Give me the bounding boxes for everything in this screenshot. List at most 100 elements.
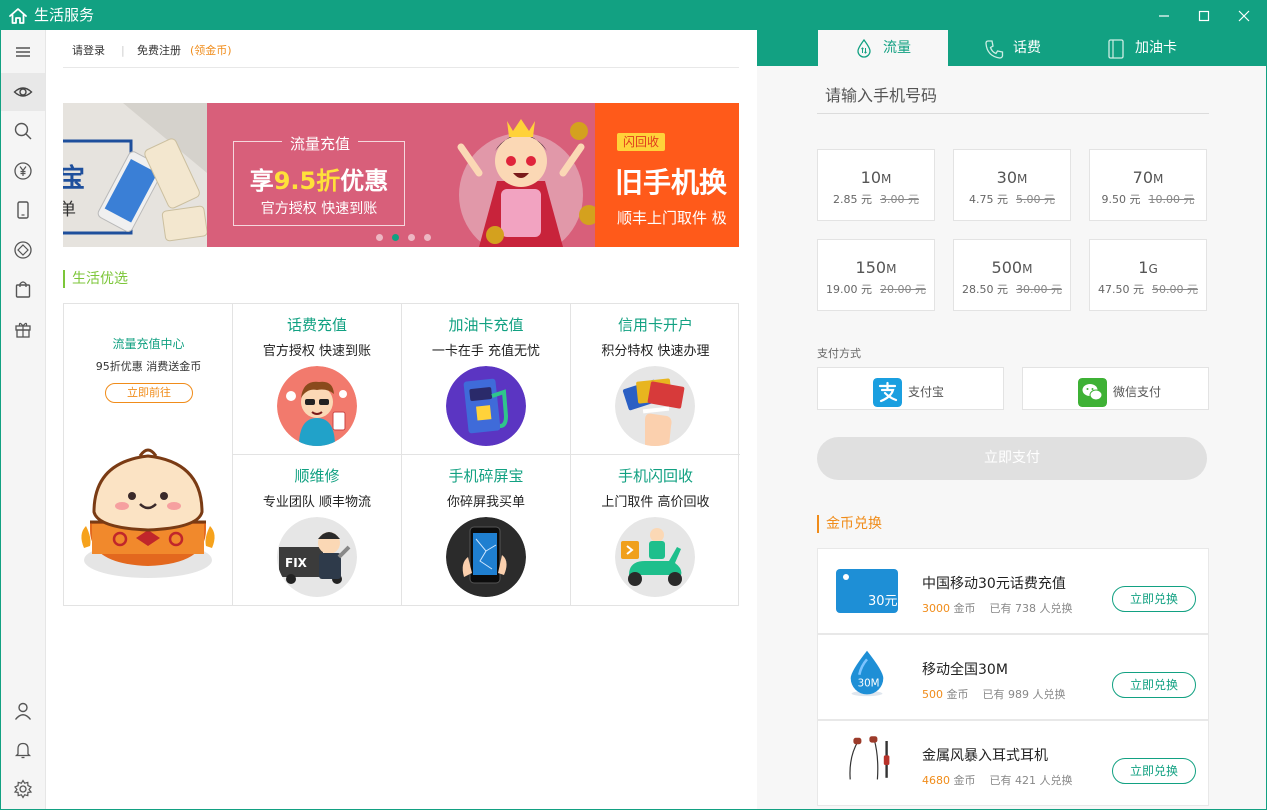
sidebar-item-notifications[interactable]: [1, 731, 45, 769]
promo-banner-carousel[interactable]: 宝 单 流量充值 享9.5折优惠 官方授权 快速到账 闪回收 旧手机换 顺丰上门…: [63, 103, 739, 247]
coin-unit: 金币: [953, 602, 976, 615]
featured-card-data-recharge[interactable]: 流量充值中心 95折优惠 消费送金币 立即前往: [64, 304, 233, 605]
service-card-phone-recycle[interactable]: 手机闪回收 上门取件 高价回收: [571, 454, 740, 605]
package-size-unit: M: [1022, 262, 1033, 276]
user-icon: [14, 702, 32, 720]
carousel-dot[interactable]: [424, 234, 431, 241]
service-subtitle: 官方授权 快速到账: [262, 344, 372, 359]
data-package-option[interactable]: 150M 19.00 元 20.00 元: [817, 239, 935, 311]
exchange-item: 金属风暴入耳式耳机 4680 金币 已有 421 人兑换 立即兑换: [817, 720, 1209, 806]
repair-truck-icon: FIX: [277, 517, 357, 597]
data-package-option[interactable]: 70M 9.50 元 10.00 元: [1089, 149, 1207, 221]
exchange-price: 500 金币 已有 989 人兑换: [922, 686, 1066, 702]
carousel-dot[interactable]: [376, 234, 383, 241]
minimize-button[interactable]: [1144, 1, 1184, 30]
service-subtitle: 专业团队 顺丰物流: [262, 495, 372, 510]
data-package-option[interactable]: 1G 47.50 元 50.00 元: [1089, 239, 1207, 311]
carousel-dot[interactable]: [408, 234, 415, 241]
sidebar-item-target[interactable]: [1, 231, 45, 269]
service-card-repair[interactable]: 顺维修 专业团队 顺丰物流 FIX: [233, 454, 402, 605]
phone-number-input[interactable]: [817, 78, 1209, 114]
register-link[interactable]: 免费注册: [137, 44, 181, 57]
carousel-dot-active[interactable]: [392, 234, 399, 241]
payment-option-label: 支付宝: [908, 385, 945, 399]
data-package-option[interactable]: 500M 28.50 元 30.00 元: [953, 239, 1071, 311]
service-card-credit-card[interactable]: 信用卡开户 积分特权 快速办理: [571, 304, 740, 455]
card-value-label: 30元: [868, 594, 898, 609]
redeem-button[interactable]: 立即兑换: [1112, 586, 1196, 612]
sidebar-item-search[interactable]: [1, 112, 45, 150]
package-price: 28.50 元 30.00 元: [954, 281, 1070, 297]
maximize-button[interactable]: [1184, 1, 1224, 30]
service-card-fuel-card[interactable]: 加油卡充值 一卡在手 充值无忧: [402, 304, 571, 455]
recharge-panel: 流量 话费 加油卡 10M 2.85 元3.00 元 30M: [757, 30, 1266, 809]
data-package-option[interactable]: 30M 4.75 元 5.00 元: [953, 149, 1071, 221]
package-sale-price: 4.75 元: [969, 193, 1008, 206]
menu-button[interactable]: [1, 33, 45, 71]
tab-data[interactable]: 流量: [818, 30, 948, 66]
coins-hint[interactable]: (领金币): [190, 44, 232, 57]
close-button[interactable]: [1224, 1, 1264, 30]
sidebar-item-phone[interactable]: [1, 191, 45, 229]
package-size-unit: G: [1148, 262, 1158, 276]
package-original-price: 5.00 元: [1016, 193, 1055, 206]
payment-option-wechat[interactable]: 微信支付: [1022, 367, 1209, 410]
sidebar-item-settings[interactable]: [1, 770, 45, 808]
service-card-screen-insurance[interactable]: 手机碎屏宝 你碎屏我买单: [402, 454, 571, 605]
home-icon[interactable]: [8, 6, 28, 26]
redeem-count: 已有 738 人兑换: [989, 602, 1073, 615]
alipay-icon: [873, 378, 902, 407]
banner-right-title: 旧手机换: [615, 166, 728, 199]
hamburger-menu-icon: [16, 47, 30, 57]
package-size-value: 500: [991, 258, 1023, 277]
pay-now-button[interactable]: 立即支付: [817, 437, 1207, 480]
wechat-pay-icon: [1078, 378, 1107, 407]
exchange-item: 30元 中国移动30元话费充值 3000 金币 已有 738 人兑换 立即兑换: [817, 548, 1209, 634]
tab-fuel-card[interactable]: 加油卡: [1078, 30, 1208, 66]
login-link[interactable]: 请登录: [72, 44, 105, 57]
package-size-value: 150: [855, 258, 887, 277]
service-card-phone-recharge[interactable]: 话费充值 官方授权 快速到账: [233, 304, 402, 455]
package-size-value: 70: [1132, 168, 1153, 187]
login-bar: 请登录 | 免费注册 (领金币): [63, 30, 739, 68]
package-sale-price: 9.50 元: [1101, 193, 1141, 206]
service-title: 手机闪回收: [617, 467, 693, 485]
search-icon: [14, 122, 32, 140]
title-bar: 生活服务: [1, 1, 1266, 30]
featured-go-button[interactable]: 立即前往: [105, 383, 193, 403]
sidebar-item-gift[interactable]: [1, 310, 45, 348]
maximize-icon: [1198, 10, 1210, 22]
package-size: 70M: [1090, 168, 1206, 187]
sidebar-item-finance[interactable]: [1, 152, 45, 190]
package-price: 9.50 元 10.00 元: [1090, 191, 1206, 207]
tab-label: 话费: [1013, 40, 1041, 56]
tab-label: 加油卡: [1135, 40, 1177, 56]
package-price: 19.00 元 20.00 元: [818, 281, 934, 297]
mobile-phone-icon: [17, 201, 29, 219]
banner-slide-left[interactable]: 宝 单: [63, 103, 207, 247]
redeem-button[interactable]: 立即兑换: [1112, 758, 1196, 784]
payment-option-alipay[interactable]: 支付宝: [817, 367, 1004, 410]
banner-slide-right[interactable]: 闪回收 旧手机换 顺丰上门取件 极: [595, 103, 739, 247]
banner-slide-center[interactable]: 流量充值 享9.5折优惠 官方授权 快速到账: [207, 103, 599, 247]
service-title: 顺维修: [294, 467, 340, 485]
bell-icon: [14, 742, 32, 759]
package-original-price: 20.00 元: [880, 283, 926, 296]
redeem-button[interactable]: 立即兑换: [1112, 672, 1196, 698]
main-content: 请登录 | 免费注册 (领金币) 宝 单 流量充值 享9.5折优惠 官方授权 快…: [46, 30, 757, 809]
service-title: 加油卡充值: [448, 316, 524, 334]
sidebar-item-discover[interactable]: [1, 73, 45, 111]
exchange-name: 移动全国30M: [922, 662, 1008, 678]
package-sale-price: 47.50 元: [1098, 283, 1144, 296]
tab-phone-bill[interactable]: 话费: [948, 30, 1078, 66]
exchange-price: 3000 金币 已有 738 人兑换: [922, 600, 1073, 616]
bun-mascot-icon: [81, 448, 215, 578]
window-title: 生活服务: [34, 6, 95, 24]
sidebar-item-account[interactable]: [1, 692, 45, 730]
payment-method-label: 支付方式: [817, 347, 861, 360]
sidebar-item-shop[interactable]: [1, 270, 45, 308]
superhero-mascot-illustration: [457, 119, 599, 247]
drop-value-label: 30M: [858, 678, 880, 690]
package-size: 30M: [954, 168, 1070, 187]
data-package-option[interactable]: 10M 2.85 元 3.00 元: [817, 149, 935, 221]
